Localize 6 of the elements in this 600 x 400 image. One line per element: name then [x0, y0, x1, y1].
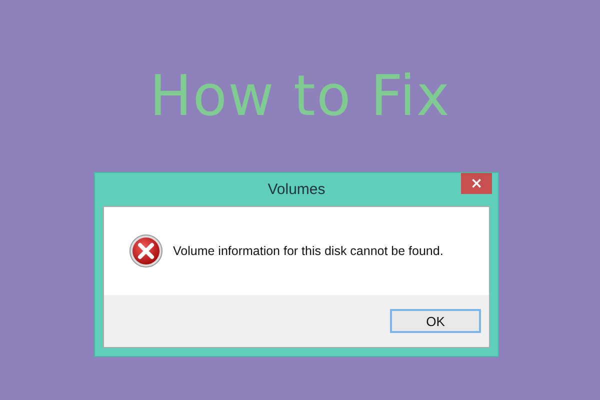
error-icon: [129, 234, 163, 268]
ok-button[interactable]: OK: [390, 309, 481, 333]
heading: How to Fix: [150, 63, 450, 131]
error-message: Volume information for this disk cannot be found.: [173, 244, 444, 258]
window-title: Volumes: [268, 181, 326, 198]
close-button[interactable]: ×: [461, 173, 492, 194]
